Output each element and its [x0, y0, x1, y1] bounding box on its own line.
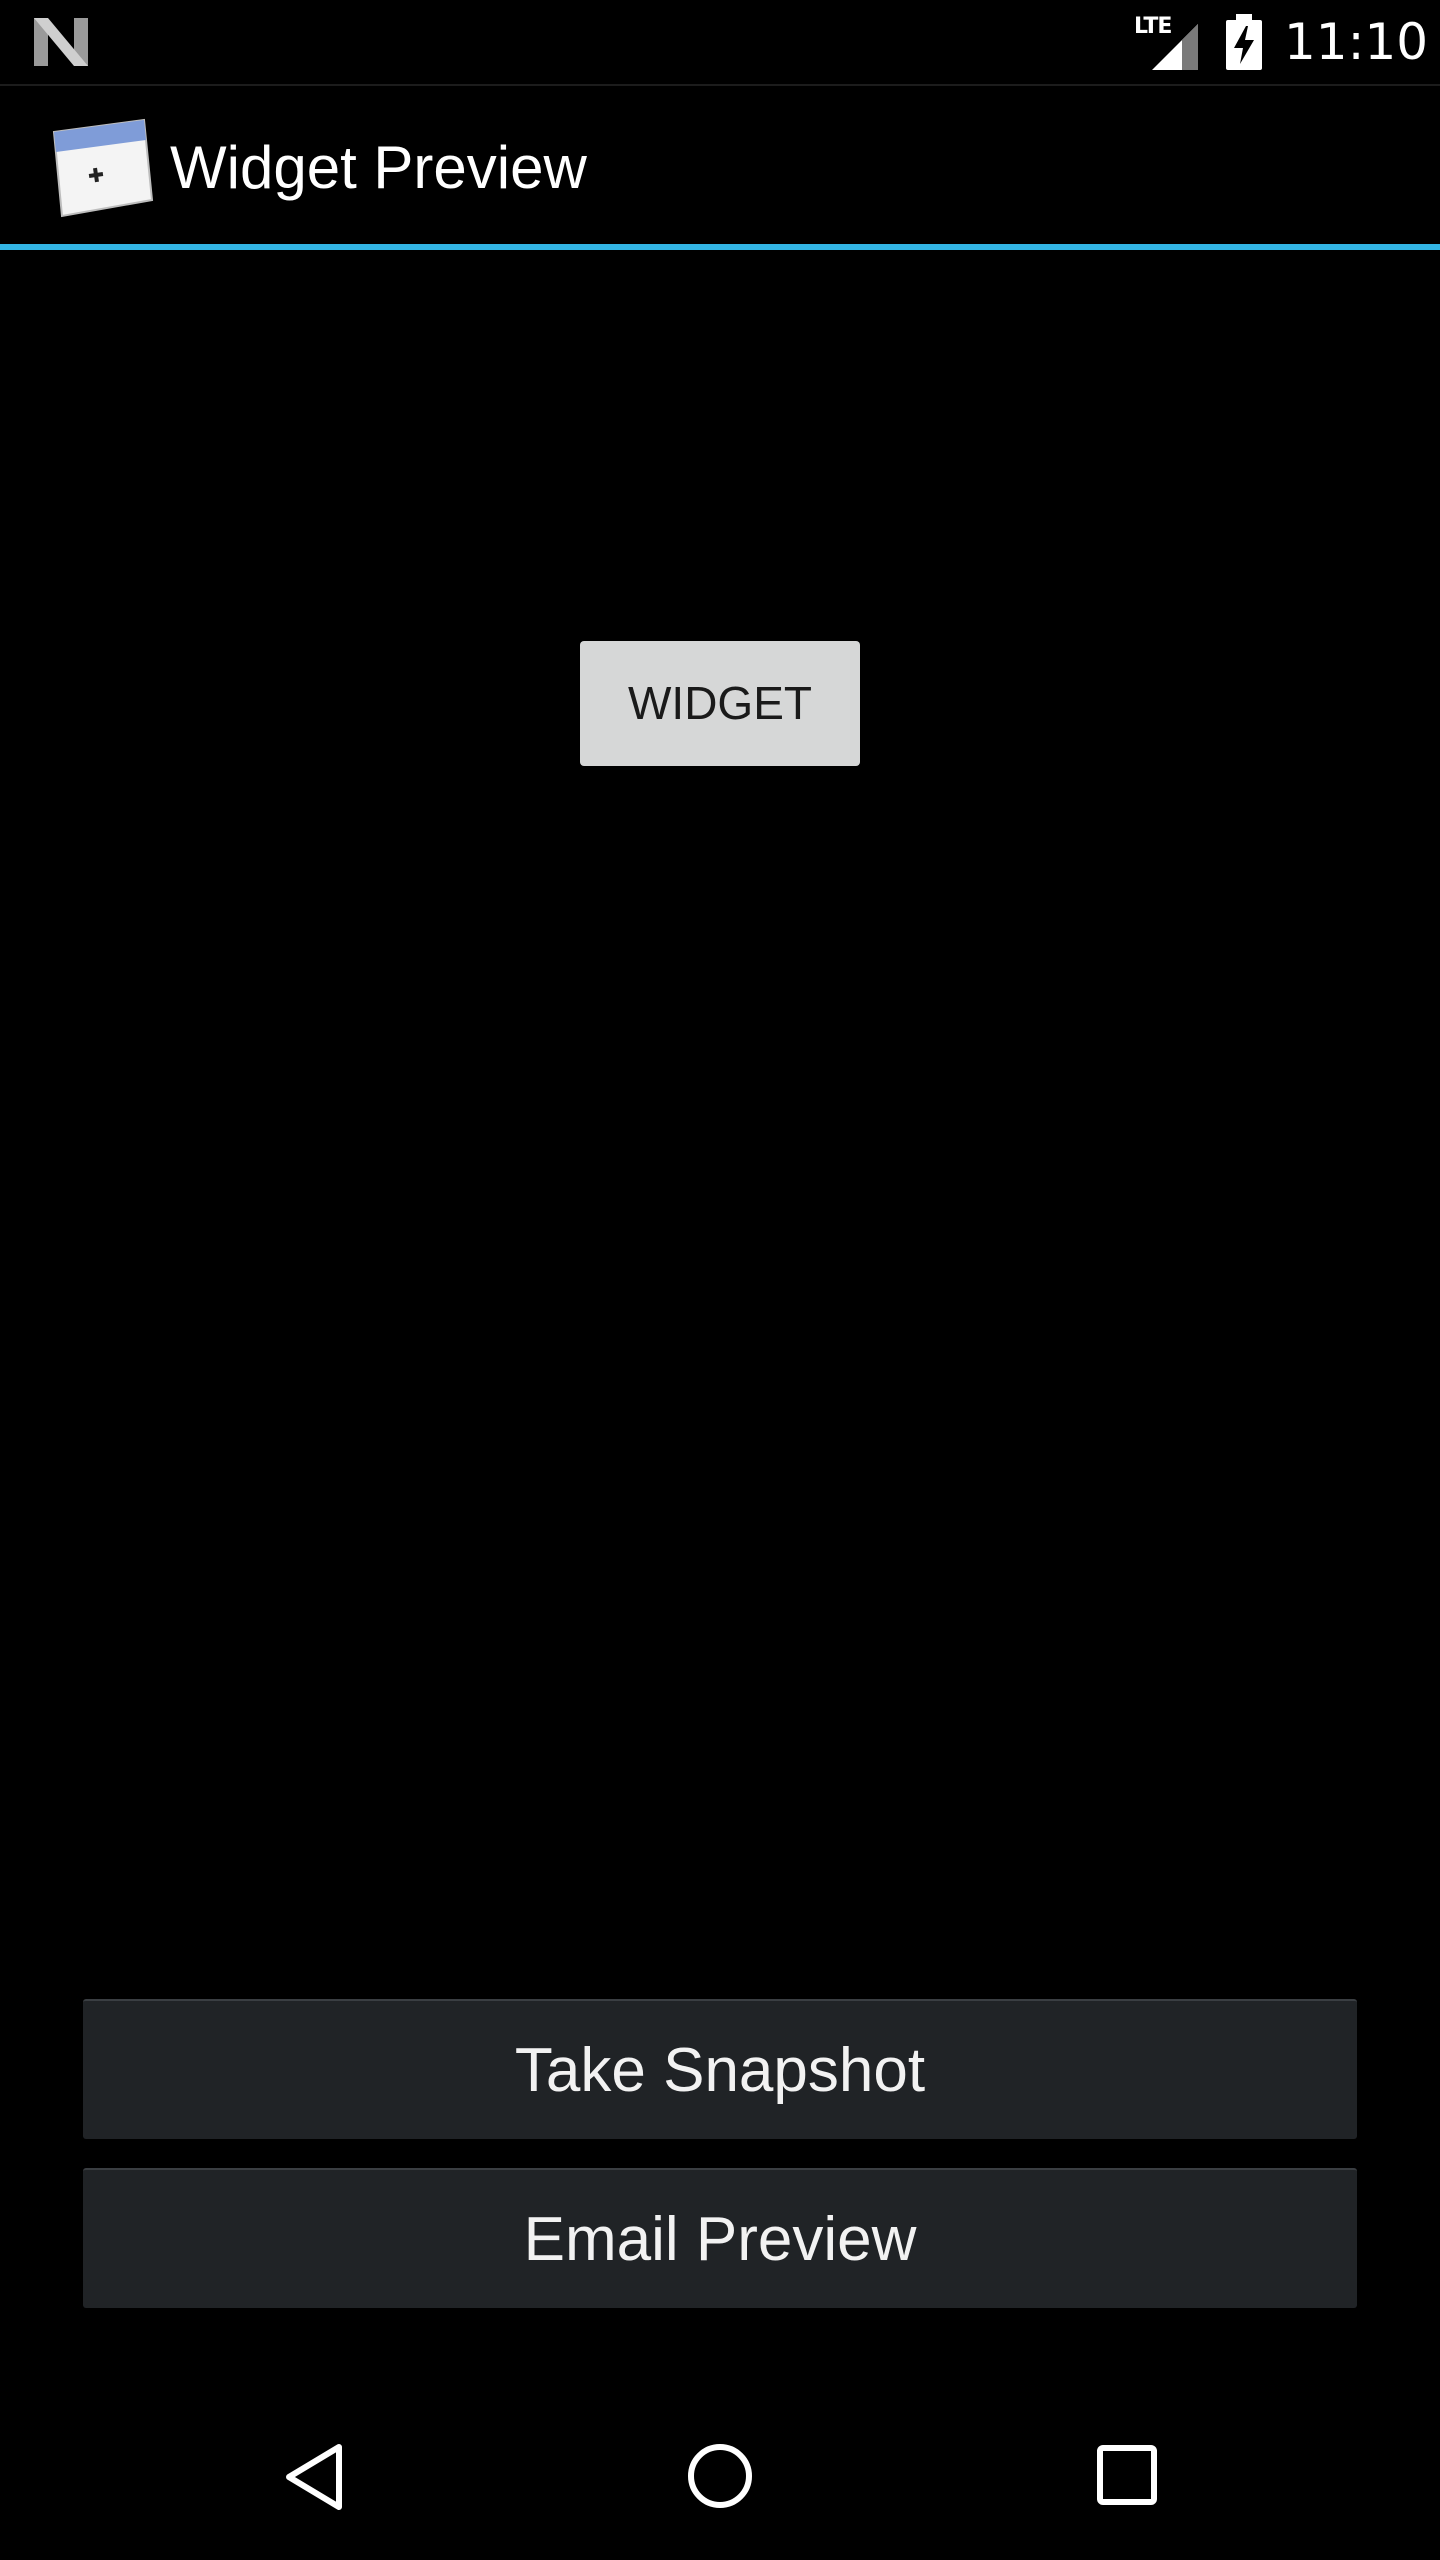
page-title: Widget Preview: [170, 134, 587, 201]
battery-charging-icon: [1226, 14, 1262, 70]
widget-preview-app-icon[interactable]: [48, 118, 154, 222]
status-bar: LTE 11:10: [0, 0, 1440, 86]
recents-icon[interactable]: [1096, 2444, 1158, 2506]
action-bar-divider: [0, 244, 1440, 250]
take-snapshot-button[interactable]: Take Snapshot: [83, 1999, 1357, 2139]
navigation-bar: [0, 2390, 1440, 2560]
n-logo-icon: [34, 18, 88, 66]
action-bar: Widget Preview: [0, 86, 1440, 244]
signal-icon: [1152, 24, 1198, 70]
back-icon[interactable]: [284, 2442, 344, 2512]
email-preview-button[interactable]: Email Preview: [83, 2168, 1357, 2308]
home-icon[interactable]: [686, 2442, 754, 2510]
status-clock: 11:10: [1284, 13, 1429, 71]
widget-button[interactable]: WIDGET: [580, 641, 860, 766]
